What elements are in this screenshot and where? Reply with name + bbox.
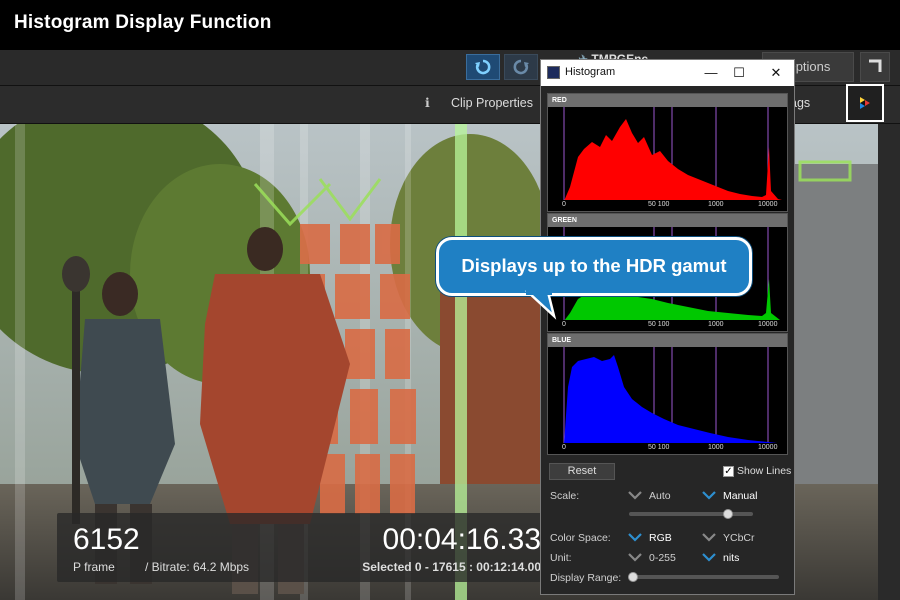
color-space-option-ycbcr[interactable]: YCbCr: [723, 532, 755, 544]
app-screen: Histogram Display Function ✈ TMPGEnc Opt…: [0, 0, 900, 600]
info-icon: i: [425, 95, 430, 110]
undo-icon: [475, 59, 491, 75]
show-lines-label: Show Lines: [737, 465, 792, 477]
reset-button[interactable]: Reset: [549, 463, 615, 480]
unit-option-nits[interactable]: nits: [723, 552, 739, 564]
axis-tick: 1000: [708, 201, 724, 208]
axis-tick: 10000: [758, 444, 778, 451]
unit-option-0-255[interactable]: 0-255: [649, 552, 676, 564]
scale-slider-handle[interactable]: [723, 509, 734, 519]
red-axis: 0 50 100 1000 10000: [548, 200, 787, 211]
clip-properties-button[interactable]: i Clip Properties: [425, 95, 533, 110]
corner-arrow-icon: [869, 59, 882, 72]
axis-tick: 50 100: [648, 321, 670, 328]
display-range-label: Display Range:: [550, 572, 622, 584]
panel-label: BLUE: [548, 334, 787, 347]
callout-bubble: Displays up to the HDR gamut: [436, 237, 752, 296]
app-icon: [547, 66, 560, 79]
color-space-label: Color Space:: [550, 532, 611, 544]
undo-button[interactable]: [466, 54, 500, 80]
axis-tick: 10000: [758, 321, 778, 328]
window-title: Histogram: [565, 66, 616, 78]
axis-tick: 0: [562, 201, 566, 208]
blue-histogram: [563, 347, 786, 444]
chevron-down-icon[interactable]: [628, 552, 642, 562]
axis-tick: 0: [562, 444, 566, 451]
chevron-down-icon[interactable]: [702, 490, 716, 500]
axis-tick: 0: [562, 321, 566, 328]
blue-histogram-panel: BLUE 0 50 100 1000 10000: [547, 333, 788, 455]
close-button[interactable]: ✕: [765, 63, 787, 83]
frame-type: P frame: [73, 560, 115, 574]
vertical-scrollbar[interactable]: [878, 124, 900, 600]
axis-tick: 50 100: [648, 444, 670, 451]
red-histogram-panel: RED 0 50 100 1000 10000: [547, 93, 788, 212]
axis-tick: 1000: [708, 321, 724, 328]
redo-icon: [513, 59, 529, 75]
callout-pointer: [524, 290, 557, 320]
callout-text: Displays up to the HDR gamut: [461, 255, 727, 276]
show-lines-checkbox[interactable]: ✓: [723, 466, 734, 477]
minimize-button[interactable]: —: [700, 63, 722, 83]
chevron-down-icon[interactable]: [702, 552, 716, 562]
scale-option-manual[interactable]: Manual: [723, 490, 757, 502]
panel-label: RED: [548, 94, 787, 107]
timecode-overlay: 6152 P frame / Bitrate: 64.2 Mbps 00:04:…: [57, 513, 547, 582]
scale-label: Scale:: [550, 490, 580, 502]
chevron-down-icon[interactable]: [628, 532, 642, 542]
scale-option-auto[interactable]: Auto: [649, 490, 671, 502]
display-range-slider-handle[interactable]: [628, 572, 638, 582]
page-title: Histogram Display Function: [0, 0, 900, 50]
histogram-icon: [860, 97, 870, 109]
color-space-option-rgb[interactable]: RGB: [649, 532, 672, 544]
unit-label: Unit:: [550, 552, 572, 564]
frame-number: 6152: [73, 523, 140, 556]
bitrate-label: / Bitrate: 64.2 Mbps: [145, 560, 250, 574]
display-range-slider-track[interactable]: [633, 575, 779, 579]
selected-range: Selected 0 - 17615 : 00:12:14.00: [362, 560, 541, 574]
green-axis: 0 50 100 1000 10000: [548, 320, 787, 331]
histogram-titlebar[interactable]: Histogram — ☐ ✕: [541, 60, 794, 86]
chevron-down-icon[interactable]: [628, 490, 642, 500]
redo-button[interactable]: [504, 54, 538, 80]
chevron-down-icon[interactable]: [702, 532, 716, 542]
timecode: 00:04:16.33: [382, 523, 541, 556]
axis-tick: 1000: [708, 444, 724, 451]
scale-slider-track[interactable]: [629, 512, 753, 516]
clip-properties-label: Clip Properties: [451, 96, 533, 110]
panel-toggle-button[interactable]: [860, 52, 890, 82]
maximize-button[interactable]: ☐: [728, 63, 750, 83]
axis-tick: 10000: [758, 201, 778, 208]
panel-label: GREEN: [548, 214, 787, 227]
blue-axis: 0 50 100 1000 10000: [548, 443, 787, 454]
histogram-window: Histogram — ☐ ✕ RED 0 50 100 1000 10000: [540, 59, 795, 595]
red-histogram: [563, 107, 786, 201]
histogram-toggle-button[interactable]: [846, 84, 884, 122]
axis-tick: 50 100: [648, 201, 670, 208]
